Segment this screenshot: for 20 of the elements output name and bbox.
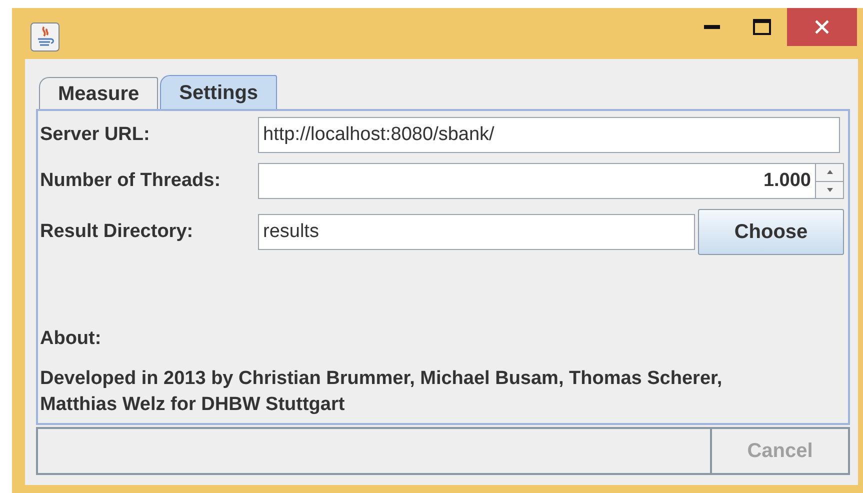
about-heading: About: [40,328,102,350]
increment-button[interactable] [816,164,843,182]
up-arrow-icon [826,170,832,174]
choose-button[interactable]: Choose [698,209,844,255]
tab[interactable]: Measure [39,77,158,109]
field-label: Result Directory: [40,221,194,243]
tab[interactable]: Settings [160,75,278,109]
close-icon [814,19,830,35]
close-button[interactable] [787,8,857,46]
text-field[interactable]: results [258,214,695,250]
maximize-icon [753,19,771,35]
down-arrow-icon [826,188,832,192]
field-label: Server URL: [40,124,151,146]
about-text: Developed in 2013 by Christian Brummer, Michael Busam, Thomas Scherer, Matthias Welz for DHBW Stuttgart [40,366,724,418]
field-label: Number of Threads: [40,170,222,192]
text-field[interactable]: http://localhost:8080/sbank/ [258,117,840,153]
number-field[interactable]: 1.000 [258,163,816,199]
java-cup-icon [30,22,60,52]
minimize-icon [704,25,720,29]
decrement-button[interactable] [816,182,843,198]
